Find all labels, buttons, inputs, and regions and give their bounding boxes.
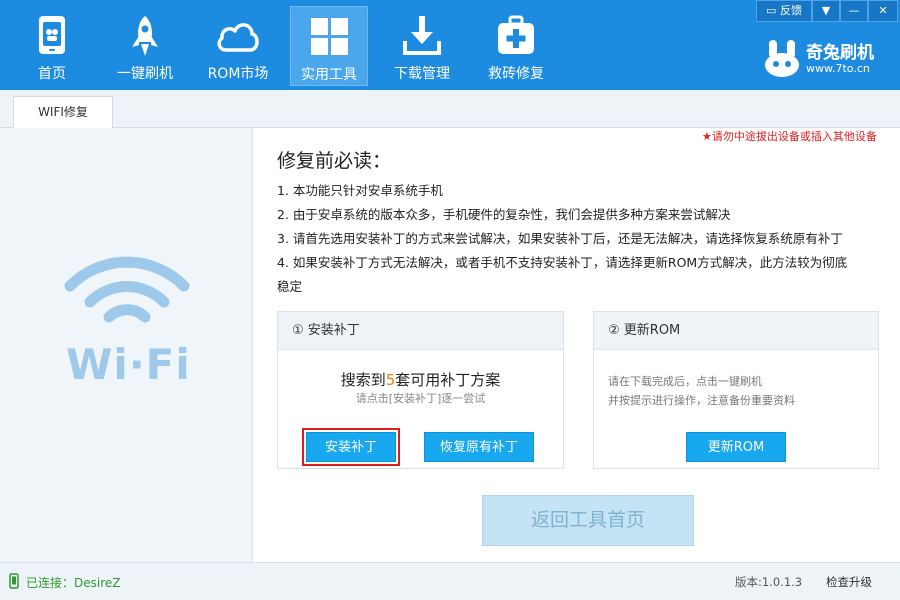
cloud-icon <box>217 23 259 52</box>
brand-logo: 奇兔刷机 www.7to.cn <box>762 36 892 84</box>
download-icon <box>403 16 441 55</box>
instruction-line: 4. 如果安装补丁方式无法解决，或者手机不支持安装补丁，请选择更新ROM方式解决… <box>277 255 848 270</box>
home-phone-icon <box>39 16 65 54</box>
card-title: ② 更新ROM <box>594 312 878 350</box>
nav-item-brick-repair[interactable]: 救砖修复 <box>477 6 555 86</box>
nav-item-utilities[interactable]: 实用工具 <box>290 6 368 86</box>
first-aid-kit-icon <box>498 15 534 54</box>
status-bar: 已连接：DesireZ 版本:1.0.1.3 检查升级 <box>0 562 900 600</box>
nav-label: 一键刷机 <box>117 66 173 82</box>
connection-status: 已连接：DesireZ <box>26 576 121 590</box>
patch-hint: 请点击[安装补丁]逐一尝试 <box>355 392 486 405</box>
nav-label: 救砖修复 <box>488 66 544 82</box>
top-navigation-bar: 首页 一键刷机 ROM市场 实用工具 下载管理 救砖修复 ▭ 反馈 ▼ — ✕ … <box>0 0 900 90</box>
patch-found-prefix: 搜索到 <box>340 371 386 389</box>
instruction-line: 稳定 <box>277 279 303 294</box>
minimize-button[interactable]: — <box>840 0 868 22</box>
rocket-icon <box>132 16 158 56</box>
chevron-down-icon: ▼ <box>821 4 831 17</box>
restore-patch-button[interactable]: 恢复原有补丁 <box>424 432 534 462</box>
brand-name: 奇兔刷机 <box>806 43 874 63</box>
instruction-line: 1. 本功能只针对安卓系统手机 <box>277 183 443 198</box>
instruction-line: 2. 由于安卓系统的版本众多，手机硬件的复杂性，我们会提供多种方案来尝试解决 <box>277 207 731 222</box>
nav-label: ROM市场 <box>207 66 269 82</box>
card-title: ① 安装补丁 <box>278 312 563 350</box>
feedback-icon: ▭ <box>766 4 777 17</box>
page-title: 修复前必读： <box>277 150 392 172</box>
brand-url: www.7to.cn <box>806 62 870 75</box>
patch-count: 5 <box>385 371 396 389</box>
nav-item-rom-market[interactable]: ROM市场 <box>199 6 277 86</box>
warning-text: ★请勿中途拔出设备或插入其他设备 <box>702 130 877 143</box>
rom-info-line: 并按提示进行操作，注意备份重要资料 <box>608 394 795 407</box>
nav-label: 实用工具 <box>301 67 357 83</box>
nav-label: 下载管理 <box>394 66 450 82</box>
instruction-line: 3. 请首先选用安装补丁的方式来尝试解决，如果安装补丁后，还是无法解决，请选择恢… <box>277 231 843 246</box>
update-rom-card: ② 更新ROM 请在下载完成后，点击一键刷机 并按提示进行操作，注意备份重要资料… <box>593 311 879 469</box>
grid-tools-icon <box>311 18 348 55</box>
rom-info-line: 请在下载完成后，点击一键刷机 <box>608 375 762 388</box>
check-update-link[interactable]: 检查升级 <box>826 574 872 590</box>
close-icon: ✕ <box>878 4 888 17</box>
back-to-tools-button[interactable]: 返回工具首页 <box>482 495 694 546</box>
left-panel: Wi·Fi <box>0 128 253 562</box>
update-rom-button[interactable]: 更新ROM <box>686 432 786 462</box>
wifi-logo-text: Wi·Fi <box>66 340 191 389</box>
patch-found-text: 搜索到5套可用补丁方案 <box>278 369 563 390</box>
minimize-icon: — <box>848 4 860 17</box>
version-label: 版本:1.0.1.3 <box>735 575 803 589</box>
menu-button[interactable]: ▼ <box>812 0 840 22</box>
feedback-label: 反馈 <box>779 4 802 17</box>
nav-item-one-click-flash[interactable]: 一键刷机 <box>106 6 184 86</box>
close-button[interactable]: ✕ <box>868 0 898 22</box>
rabbit-logo-icon <box>765 40 799 77</box>
install-patch-card: ① 安装补丁 搜索到5套可用补丁方案 请点击[安装补丁]逐一尝试 安装补丁 恢复… <box>277 311 564 469</box>
phone-connected-icon <box>9 573 19 589</box>
wifi-signal-icon <box>64 256 190 323</box>
nav-item-home[interactable]: 首页 <box>13 6 91 86</box>
install-patch-button[interactable]: 安装补丁 <box>306 432 396 462</box>
nav-label: 首页 <box>38 66 66 82</box>
feedback-button[interactable]: ▭ 反馈 <box>756 0 812 22</box>
patch-found-suffix: 套可用补丁方案 <box>395 371 501 389</box>
tab-wifi-repair[interactable]: WIFI修复 <box>13 96 113 129</box>
tab-strip: WIFI修复 <box>0 90 900 129</box>
nav-item-download-manager[interactable]: 下载管理 <box>383 6 461 86</box>
